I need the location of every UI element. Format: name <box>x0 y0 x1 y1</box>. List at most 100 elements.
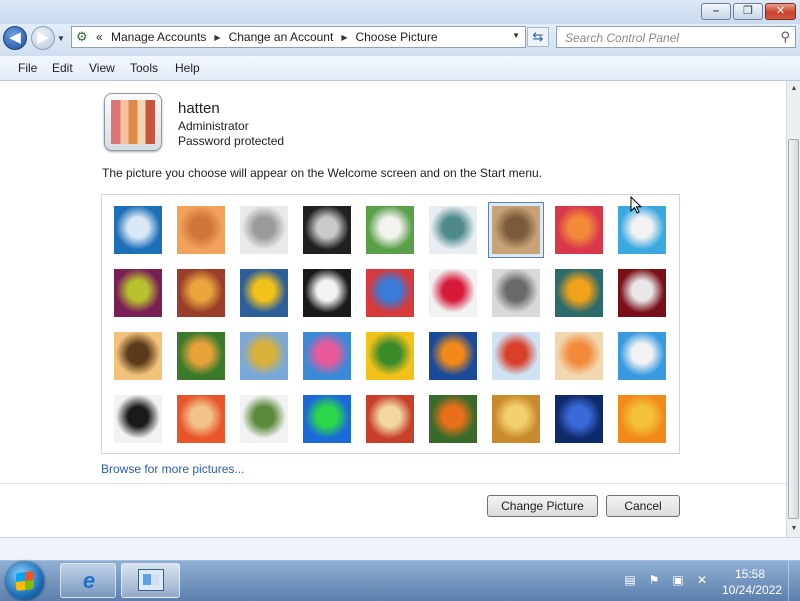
picture-starfish[interactable] <box>177 206 225 254</box>
scroll-up-icon[interactable]: ▲ <box>787 81 800 97</box>
picture-crayons[interactable] <box>366 269 414 317</box>
picture-ferris-wheel[interactable] <box>114 206 162 254</box>
picture-orange-stripes[interactable] <box>177 395 225 443</box>
forward-arrow-icon: ▶ <box>37 29 49 46</box>
picture-paper-crane[interactable] <box>618 269 666 317</box>
minimize-icon: – <box>712 5 720 17</box>
picture-vinyl-record[interactable] <box>303 206 351 254</box>
close-icon: ✕ <box>775 5 786 17</box>
back-arrow-icon: ◀ <box>9 29 21 46</box>
breadcrumb-choose-picture[interactable]: Choose Picture <box>355 30 437 44</box>
picture-star-flower[interactable] <box>429 269 477 317</box>
breadcrumb: Manage Accounts ▶ Change an Account ▶ Ch… <box>111 30 438 44</box>
refresh-button[interactable]: ⇆ <box>527 27 549 47</box>
picture-sailboat[interactable] <box>618 332 666 380</box>
picture-jacks[interactable] <box>492 269 540 317</box>
breadcrumb-overflow[interactable]: « <box>96 30 103 44</box>
picture-kitten[interactable] <box>488 202 544 258</box>
picture-bird-figure[interactable] <box>555 332 603 380</box>
windows-logo-icon <box>16 571 34 591</box>
maximize-icon: ❐ <box>743 5 753 17</box>
picture-robot-toy[interactable] <box>240 206 288 254</box>
back-button[interactable]: ◀ <box>3 26 27 50</box>
picture-fabric[interactable] <box>303 332 351 380</box>
internet-explorer-icon: e <box>82 568 96 593</box>
close-button[interactable]: ✕ <box>765 3 796 20</box>
menu-edit[interactable]: Edit <box>52 61 73 75</box>
navigation-bar: ◀ ▶ ▼ ⚙ « Manage Accounts ▶ Change an Ac… <box>0 24 800 56</box>
clock-date[interactable]: 10/24/2022 <box>722 583 782 597</box>
search-input[interactable] <box>563 29 772 47</box>
picture-guitar[interactable] <box>114 332 162 380</box>
menu-tools[interactable]: Tools <box>130 61 158 75</box>
action-center-icon[interactable]: ⚑ <box>647 573 661 587</box>
control-panel-icon: ⚙ <box>76 29 88 44</box>
picture-shell[interactable] <box>492 395 540 443</box>
mouse-cursor-icon <box>630 195 644 216</box>
picture-puppy[interactable] <box>177 332 225 380</box>
control-panel-window: – ❐ ✕ ◀ ▶ ▼ ⚙ « Manage Accounts ▶ Change… <box>0 0 800 560</box>
picture-fish[interactable] <box>429 332 477 380</box>
menu-help[interactable]: Help <box>175 61 200 75</box>
picture-toy-robot[interactable] <box>240 332 288 380</box>
picture-sunflower[interactable] <box>366 332 414 380</box>
picture-green-window[interactable] <box>303 395 351 443</box>
divider <box>0 483 786 484</box>
picture-leaf[interactable] <box>240 269 288 317</box>
menu-bar: File Edit View Tools Help <box>0 56 800 81</box>
menu-view[interactable]: View <box>89 61 115 75</box>
picture-ball[interactable] <box>114 269 162 317</box>
picture-butterfly[interactable] <box>429 395 477 443</box>
address-bar[interactable]: ⚙ « Manage Accounts ▶ Change an Account … <box>71 26 526 48</box>
picture-daisy[interactable] <box>618 395 666 443</box>
picture-stripes[interactable] <box>177 269 225 317</box>
scrollbar-thumb[interactable] <box>788 139 799 519</box>
picture-lighthouse[interactable] <box>555 395 603 443</box>
address-dropdown-icon[interactable]: ▼ <box>512 31 520 40</box>
picture-tribal-pattern[interactable] <box>366 395 414 443</box>
instruction-text: The picture you choose will appear on th… <box>102 166 543 180</box>
minimize-button[interactable]: – <box>701 3 731 20</box>
breadcrumb-separator-icon[interactable]: ▶ <box>341 33 347 42</box>
user-password-status: Password protected <box>178 134 285 148</box>
picture-gallery <box>101 194 680 454</box>
volume-muted-icon[interactable]: ✕ <box>695 573 709 587</box>
taskbar-internet-explorer[interactable]: e <box>60 563 116 598</box>
change-picture-button[interactable]: Change Picture <box>487 495 598 517</box>
picture-dog[interactable] <box>303 269 351 317</box>
picture-flower[interactable] <box>555 206 603 254</box>
scroll-down-icon[interactable]: ▼ <box>787 521 800 537</box>
cancel-button[interactable]: Cancel <box>606 495 680 517</box>
taskbar: e ▤ ⚑ ▣ ✕ 15:58 10/24/2022 <box>0 560 800 601</box>
user-role: Administrator <box>178 119 249 133</box>
taskbar-control-panel[interactable] <box>121 563 180 598</box>
breadcrumb-change-account[interactable]: Change an Account <box>229 30 334 44</box>
start-button[interactable] <box>6 562 44 600</box>
user-picture-image <box>111 100 155 144</box>
notes-icon[interactable]: ▤ <box>623 573 637 587</box>
show-desktop-button[interactable] <box>788 561 800 601</box>
network-icon[interactable]: ▣ <box>671 573 685 587</box>
picture-hot-air-balloon[interactable] <box>492 332 540 380</box>
picture-lucky-cat[interactable] <box>366 206 414 254</box>
user-name: hatten <box>178 100 220 117</box>
forward-button[interactable]: ▶ <box>31 26 55 50</box>
control-panel-taskbar-icon <box>138 569 164 591</box>
clock-time[interactable]: 15:58 <box>735 567 765 581</box>
title-bar: – ❐ ✕ <box>0 0 800 24</box>
refresh-icon: ⇆ <box>532 29 544 44</box>
breadcrumb-manage-accounts[interactable]: Manage Accounts <box>111 30 206 44</box>
picture-stairs[interactable] <box>555 269 603 317</box>
menu-file[interactable]: File <box>18 61 37 75</box>
vertical-scrollbar[interactable]: ▲ ▼ <box>786 81 800 537</box>
search-box[interactable]: ⚲ <box>556 26 796 48</box>
maximize-button[interactable]: ❐ <box>733 3 763 20</box>
picture-marbles[interactable] <box>240 395 288 443</box>
recent-pages-dropdown[interactable]: ▼ <box>57 34 67 44</box>
picture-gyroscope[interactable] <box>429 206 477 254</box>
search-icon[interactable]: ⚲ <box>780 29 790 45</box>
browse-pictures-link[interactable]: Browse for more pictures... <box>101 462 244 476</box>
current-user-picture <box>104 93 162 151</box>
picture-soccer-ball[interactable] <box>114 395 162 443</box>
breadcrumb-separator-icon[interactable]: ▶ <box>214 33 220 42</box>
